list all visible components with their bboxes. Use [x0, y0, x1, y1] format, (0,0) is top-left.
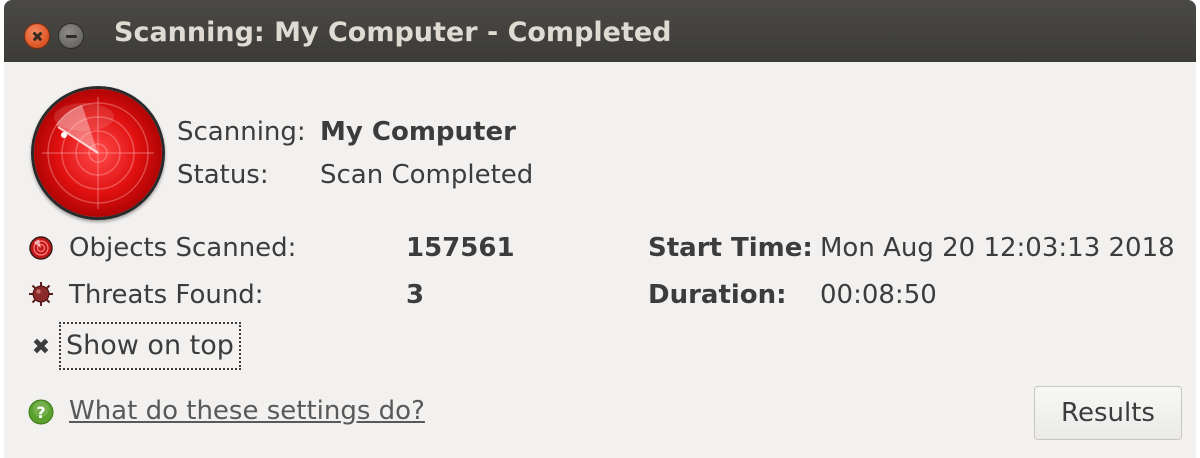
objects-scanned-label: Objects Scanned:: [69, 233, 297, 263]
close-icon[interactable]: [24, 23, 50, 49]
results-button[interactable]: Results: [1034, 386, 1182, 440]
scan-window: Scanning: My Computer - Completed Scanni…: [4, 0, 1196, 458]
threats-found-value: 3: [406, 280, 425, 310]
scanning-label: Scanning:: [177, 117, 306, 147]
svg-text:?: ?: [36, 403, 45, 422]
status-label: Status:: [177, 160, 269, 190]
minimize-icon[interactable]: [58, 23, 84, 49]
duration-label: Duration:: [648, 280, 787, 310]
help-link[interactable]: What do these settings do?: [69, 396, 425, 426]
title-bar[interactable]: Scanning: My Computer - Completed: [4, 0, 1196, 62]
start-time-label: Start Time:: [648, 233, 813, 263]
window-title: Scanning: My Computer - Completed: [114, 17, 672, 48]
show-on-top-label[interactable]: Show on top: [59, 322, 241, 370]
virus-icon: [28, 281, 54, 307]
radar-icon: [34, 89, 162, 217]
threats-found-label: Threats Found:: [69, 280, 264, 310]
help-icon[interactable]: ?: [28, 399, 54, 425]
duration-value: 00:08:50: [820, 280, 937, 310]
status-value: Scan Completed: [320, 160, 534, 190]
start-time-value: Mon Aug 20 12:03:13 2018: [820, 233, 1175, 263]
scanning-target-value: My Computer: [320, 117, 516, 147]
objects-scanned-icon: [28, 235, 54, 261]
show-on-top-checkbox[interactable]: ✖: [30, 337, 52, 359]
objects-scanned-value: 157561: [406, 233, 515, 263]
